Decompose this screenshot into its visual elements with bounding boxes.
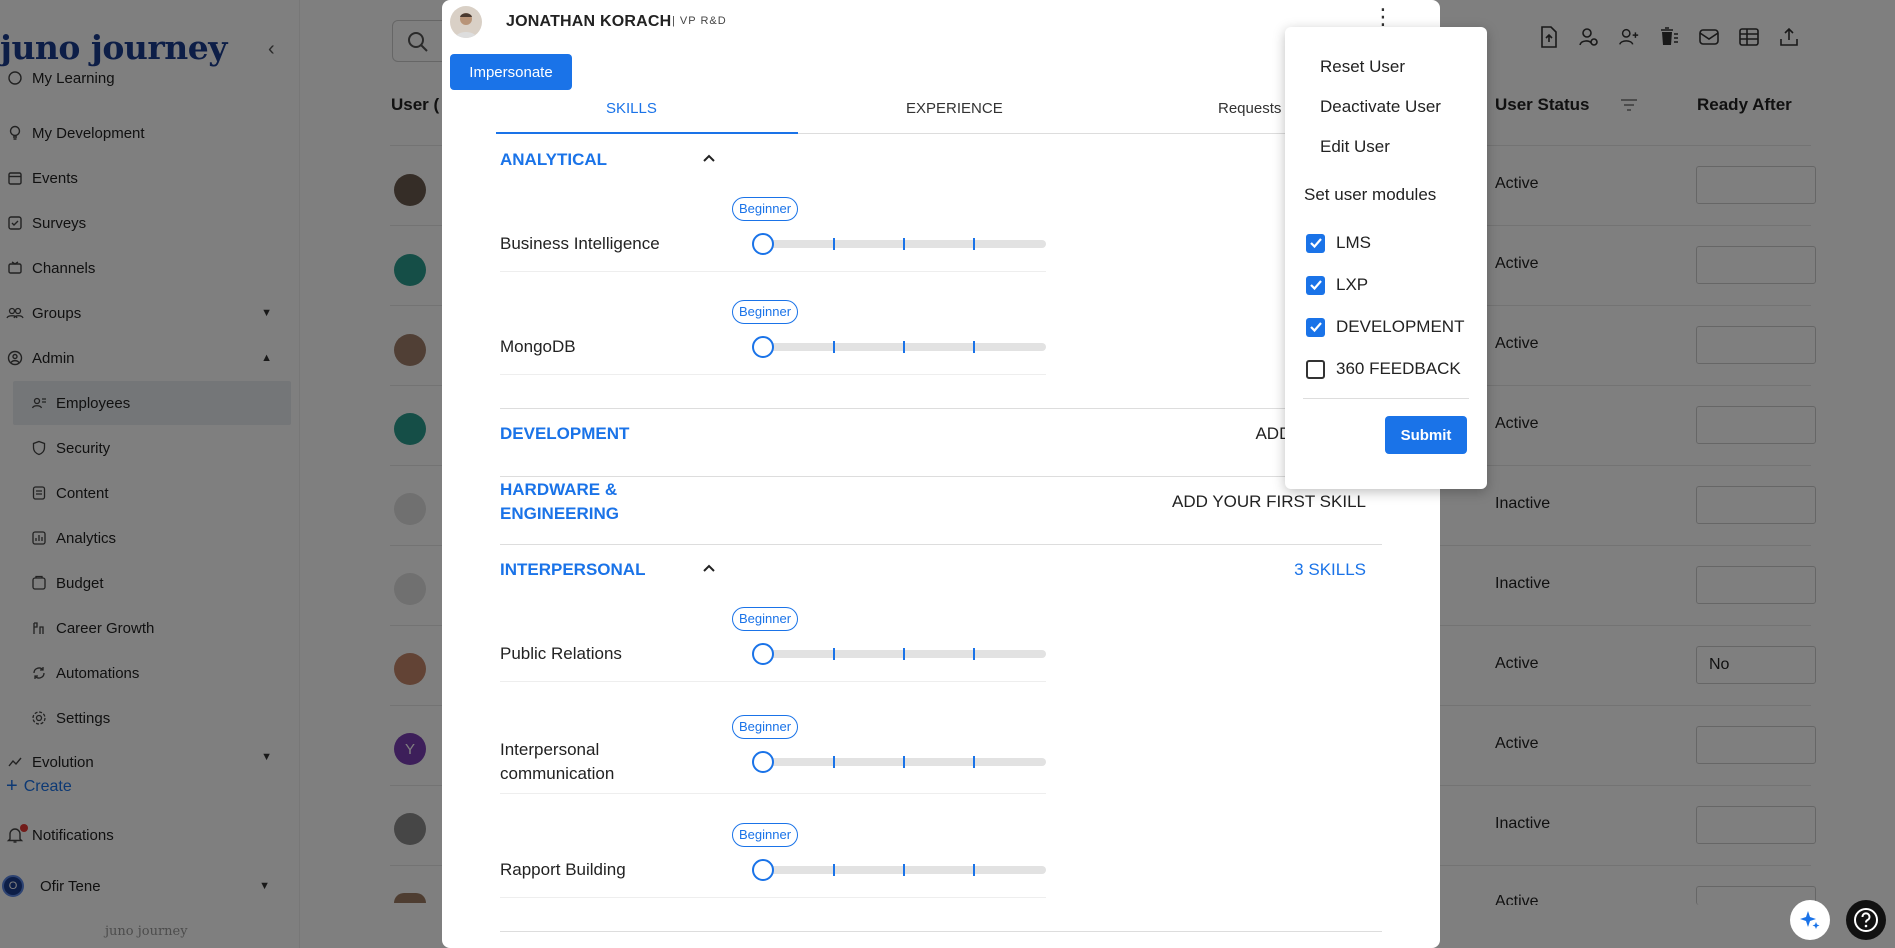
module-label: DEVELOPMENT <box>1336 317 1465 336</box>
skill-level-slider[interactable] <box>752 336 1046 358</box>
skill-level-badge: Beginner <box>732 300 799 324</box>
skill-level-slider[interactable] <box>752 859 1046 881</box>
avatar <box>450 6 482 38</box>
checkbox-checked-icon[interactable] <box>1306 317 1325 337</box>
skill-level-slider[interactable] <box>752 751 1046 773</box>
skill-level-slider[interactable] <box>752 233 1046 255</box>
slider-thumb[interactable] <box>752 643 774 665</box>
deactivate-user-item[interactable]: Deactivate User <box>1320 97 1441 117</box>
checkbox-unchecked-icon[interactable] <box>1306 359 1325 379</box>
chevron-up-icon[interactable] <box>702 560 716 576</box>
checkbox-checked-icon[interactable] <box>1306 275 1325 295</box>
ai-assistant-button[interactable] <box>1790 900 1830 940</box>
section-title-analytical[interactable]: ANALYTICAL <box>500 148 607 172</box>
skill-name-line: Interpersonal <box>500 740 600 759</box>
module-label: LXP <box>1336 275 1369 294</box>
sparkle-icon <box>1800 911 1820 929</box>
skills-count: 3 SKILLS <box>1294 560 1366 579</box>
slider-thumb[interactable] <box>752 859 774 881</box>
section-title-hardware[interactable]: HARDWARE & ENGINEERING <box>500 478 619 526</box>
module-checkbox-lms[interactable]: LMS <box>1306 233 1371 253</box>
skill-level-badge: Beginner <box>732 607 799 631</box>
skill-level-badge: Beginner <box>732 715 799 739</box>
modules-heading: Set user modules <box>1304 185 1437 204</box>
add-first-skill-link[interactable]: ADD YOUR FIRST SKILL <box>1172 492 1366 512</box>
impersonate-button[interactable]: Impersonate <box>450 54 572 90</box>
help-icon <box>1854 908 1878 932</box>
tab-experience[interactable]: EXPERIENCE <box>906 100 1003 117</box>
module-checkbox-lxp[interactable]: LXP <box>1306 275 1368 295</box>
skill-level-badge: Beginner <box>732 197 799 221</box>
tab-requests[interactable]: Requests <box>1218 100 1281 117</box>
skill-name: Interpersonal communication <box>500 738 614 786</box>
module-checkbox-360-feedback[interactable]: 360 FEEDBACK <box>1306 359 1461 379</box>
skill-name: Business Intelligence <box>500 234 660 253</box>
checkbox-checked-icon[interactable] <box>1306 233 1325 253</box>
chevron-up-icon[interactable] <box>702 150 716 166</box>
section-title-line: ENGINEERING <box>500 504 620 523</box>
slider-thumb[interactable] <box>752 751 774 773</box>
slider-thumb[interactable] <box>752 233 774 255</box>
skill-name: MongoDB <box>500 337 576 356</box>
skill-level-badge: Beginner <box>732 823 799 847</box>
edit-user-item[interactable]: Edit User <box>1320 137 1390 157</box>
slider-thumb[interactable] <box>752 336 774 358</box>
module-label: 360 FEEDBACK <box>1336 359 1461 378</box>
skill-name: Public Relations <box>500 644 622 663</box>
section-title-development[interactable]: DEVELOPMENT <box>500 422 629 446</box>
menu-divider <box>1303 398 1469 399</box>
profile-tabs: SKILLS EXPERIENCE Requests <box>496 92 1406 134</box>
skill-level-slider[interactable] <box>752 643 1046 665</box>
section-title-interpersonal[interactable]: INTERPERSONAL <box>500 558 645 582</box>
active-tab-indicator <box>496 132 798 134</box>
user-name: JONATHAN KORACH <box>506 13 672 30</box>
module-checkbox-development[interactable]: DEVELOPMENT <box>1306 317 1464 337</box>
section-title-line: HARDWARE & <box>500 480 618 499</box>
tab-skills[interactable]: SKILLS <box>606 100 657 117</box>
module-label: LMS <box>1336 233 1371 252</box>
reset-user-item[interactable]: Reset User <box>1320 57 1405 77</box>
help-button[interactable] <box>1846 900 1886 940</box>
submit-button[interactable]: Submit <box>1385 416 1467 454</box>
skill-name: Rapport Building <box>500 860 626 879</box>
user-actions-menu: Reset User Deactivate User Edit User Set… <box>1285 27 1487 489</box>
user-role: | VP R&D <box>672 15 727 27</box>
skill-name-line: communication <box>500 764 615 783</box>
